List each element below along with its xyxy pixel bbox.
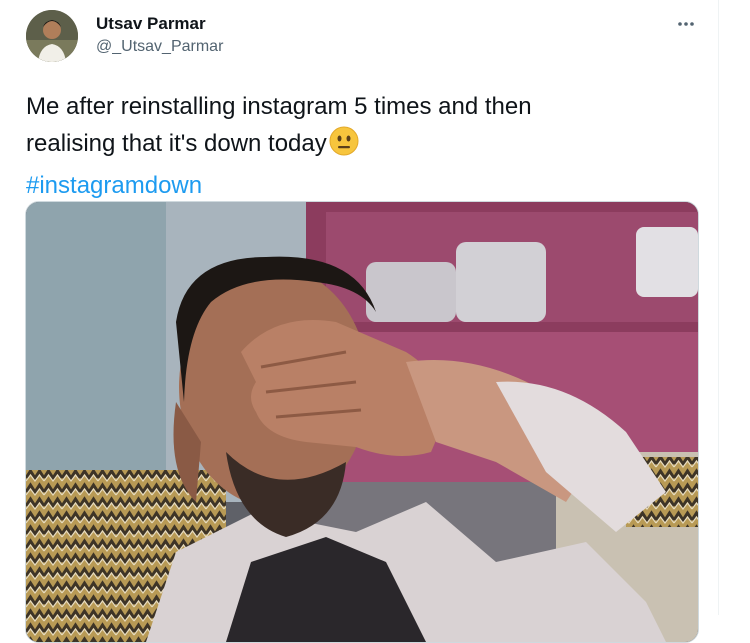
meme-photo: [26, 202, 698, 642]
tweet-text-fragment: realising that it's down today: [26, 130, 327, 157]
tweet-text-line: realising that it's down today: [26, 125, 686, 167]
avatar-image: [26, 10, 78, 62]
neutral-face-emoji-icon: [329, 126, 359, 167]
tweet-card: Utsav Parmar @_Utsav_Parmar Me after rei…: [0, 0, 719, 643]
hashtag-link[interactable]: #instagramdown: [26, 172, 202, 199]
display-name[interactable]: Utsav Parmar: [96, 14, 206, 34]
more-horizontal-icon: [678, 22, 694, 26]
tweet-text: Me after reinstalling instagram 5 times …: [26, 88, 686, 204]
avatar[interactable]: [26, 10, 78, 62]
hashtag-line: #instagramdown: [26, 167, 686, 204]
tweet-text-line: Me after reinstalling instagram 5 times …: [26, 93, 532, 120]
user-handle[interactable]: @_Utsav_Parmar: [96, 38, 223, 56]
more-options-button[interactable]: [668, 12, 704, 36]
tweet-media-image[interactable]: [25, 201, 699, 643]
